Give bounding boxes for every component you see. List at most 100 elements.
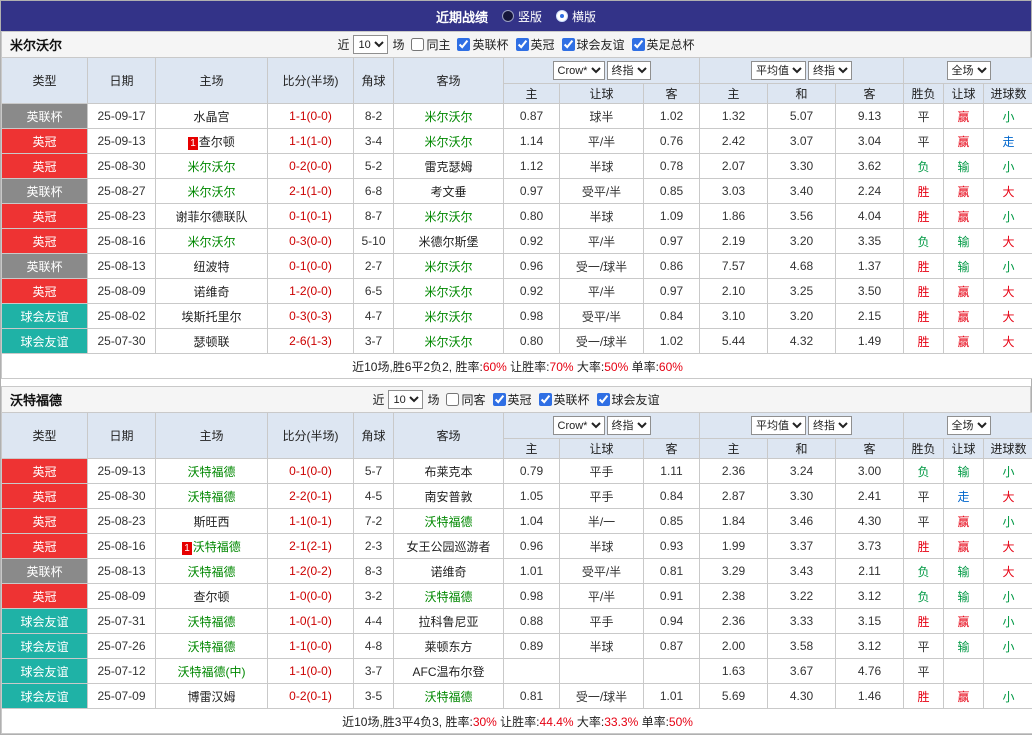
team-name-link[interactable]: 考文垂	[430, 185, 466, 199]
team-name-link[interactable]: 米尔沃尔	[424, 285, 472, 299]
team-name-link[interactable]: 米尔沃尔	[187, 160, 235, 174]
team-name-link[interactable]: 沃特福德(中)	[178, 665, 246, 679]
team-name-link[interactable]: 埃斯托里尔	[181, 310, 241, 324]
filter-checkbox-同主[interactable]: 同主	[411, 36, 450, 53]
team-name-link[interactable]: 诺维奇	[193, 285, 229, 299]
filter-checkbox-英冠[interactable]: 英冠	[515, 36, 555, 53]
result-handicap: 赢	[943, 178, 985, 204]
team-name-link[interactable]: 沃特福德	[187, 490, 235, 504]
team-name-link[interactable]: 查尔顿	[199, 135, 235, 149]
team-name-link[interactable]: 米尔沃尔	[424, 260, 472, 274]
team-name-link[interactable]: 沃特福德	[187, 565, 235, 579]
team-name-link[interactable]: 米尔沃尔	[187, 235, 235, 249]
avg-final-select[interactable]: 终指	[808, 61, 853, 80]
filter-checkbox-英足总杯[interactable]: 英足总杯	[631, 36, 695, 53]
filter-checkbox-英联杯[interactable]: 英联杯	[538, 391, 590, 408]
checkbox-input[interactable]	[492, 393, 506, 406]
filter-checkbox-球会友谊[interactable]: 球会友谊	[596, 391, 660, 408]
match-date: 25-08-09	[87, 583, 156, 609]
odds-company-select[interactable]: Crow*	[552, 416, 605, 435]
team-name-link[interactable]: 米尔沃尔	[424, 335, 472, 349]
euro-draw-odds: 3.43	[767, 558, 837, 584]
layout-option-vertical[interactable]: 竖版	[501, 8, 542, 25]
checkbox-input[interactable]	[411, 38, 425, 51]
match-date: 25-08-27	[87, 178, 156, 204]
avg-odds-select[interactable]: 平均值	[751, 61, 807, 80]
team-name-link[interactable]: 查尔顿	[193, 590, 229, 604]
sub-header-0: 主	[503, 438, 560, 459]
checkbox-label: 同客	[461, 393, 486, 407]
team-name-link[interactable]: 瑟顿联	[193, 335, 229, 349]
team-name-link[interactable]: 米尔沃尔	[187, 185, 235, 199]
checkbox-input[interactable]	[457, 38, 471, 51]
team-name-link[interactable]: 沃特福德	[424, 590, 472, 604]
score-cell: 2-1(2-1)	[267, 533, 354, 559]
sub-header-7: 让球	[943, 83, 985, 104]
handicap-home-odds: 1.05	[503, 483, 560, 509]
fulltime-select[interactable]: 全场	[946, 416, 991, 435]
team-name-link[interactable]: 沃特福德	[187, 465, 235, 479]
layout-option-horizontal[interactable]: 横版	[556, 8, 596, 25]
team-name-link[interactable]: 雷克瑟姆	[424, 160, 472, 174]
checkbox-input[interactable]	[538, 393, 552, 406]
team-name-link[interactable]: 沃特福德	[187, 615, 235, 629]
team-name-link[interactable]: 斯旺西	[193, 515, 229, 529]
filter-checkbox-英冠[interactable]: 英冠	[492, 391, 532, 408]
radio-icon[interactable]	[501, 10, 514, 22]
games-count-select[interactable]: 10	[388, 390, 424, 409]
rank-badge: 1	[188, 136, 198, 150]
team-name-link[interactable]: 米尔沃尔	[424, 110, 472, 124]
avg-final-select[interactable]: 终指	[808, 416, 853, 435]
score-cell: 1-1(0-0)	[267, 633, 354, 659]
euro-home-odds: 3.03	[699, 178, 769, 204]
avg-odds-select[interactable]: 平均值	[751, 416, 807, 435]
team-name-link[interactable]: 沃特福德	[424, 515, 472, 529]
sub-header-7: 让球	[943, 438, 985, 459]
euro-draw-odds: 3.24	[767, 458, 837, 484]
team-name-link[interactable]: 米德尔斯堡	[418, 235, 478, 249]
games-count-select[interactable]: 10	[353, 35, 389, 54]
corners-cell: 5-2	[353, 153, 394, 179]
team-name-link[interactable]: 纽波特	[193, 260, 229, 274]
team-name-link[interactable]: 布莱克本	[424, 465, 472, 479]
team-name-link[interactable]: 米尔沃尔	[424, 135, 472, 149]
filter-checkbox-球会友谊[interactable]: 球会友谊	[561, 36, 625, 53]
team-name-link[interactable]: 女王公园巡游者	[406, 540, 490, 554]
filter-checkbox-同客[interactable]: 同客	[446, 391, 486, 408]
competition-badge: 英冠	[1, 533, 88, 559]
handicap-away-odds: 0.84	[642, 303, 701, 329]
team-name-link[interactable]: 米尔沃尔	[424, 310, 472, 324]
competition-badge: 英冠	[1, 458, 88, 484]
result-wdl: 胜	[903, 203, 945, 229]
euro-away-odds: 3.35	[835, 228, 905, 254]
fulltime-select[interactable]: 全场	[946, 61, 991, 80]
team-name-link[interactable]: 莱顿东方	[424, 640, 472, 654]
checkbox-input[interactable]	[446, 393, 460, 406]
filter-checkbox-英联杯[interactable]: 英联杯	[457, 36, 509, 53]
checkbox-label: 英冠	[530, 38, 555, 52]
team-name-link[interactable]: 南安普敦	[424, 490, 472, 504]
checkbox-input[interactable]	[561, 38, 575, 51]
team-name-link[interactable]: AFC温布尔登	[412, 665, 484, 679]
odds-final-select[interactable]: 终指	[606, 61, 651, 80]
checkbox-input[interactable]	[515, 38, 529, 51]
competition-badge: 英冠	[1, 128, 88, 154]
page-title: 近期战绩	[435, 9, 488, 25]
team-name-link[interactable]: 米尔沃尔	[424, 210, 472, 224]
odds-company-select[interactable]: Crow*	[552, 61, 605, 80]
radio-icon[interactable]	[556, 10, 568, 22]
handicap-line	[559, 658, 644, 684]
team-name-link[interactable]: 诺维奇	[430, 565, 466, 579]
team-name-link[interactable]: 博雷汉姆	[187, 690, 235, 704]
team-name-link[interactable]: 沃特福德	[424, 690, 472, 704]
team-name-link[interactable]: 拉科鲁尼亚	[418, 615, 478, 629]
euro-draw-odds: 3.40	[767, 178, 837, 204]
odds-final-select[interactable]: 终指	[606, 416, 651, 435]
team-name-link[interactable]: 水晶宫	[193, 110, 229, 124]
competition-badge: 英联杯	[1, 558, 88, 584]
team-name-link[interactable]: 沃特福德	[193, 540, 241, 554]
team-name-link[interactable]: 沃特福德	[187, 640, 235, 654]
checkbox-input[interactable]	[596, 393, 610, 406]
checkbox-input[interactable]	[631, 38, 645, 51]
team-name-link[interactable]: 谢菲尔德联队	[175, 210, 247, 224]
